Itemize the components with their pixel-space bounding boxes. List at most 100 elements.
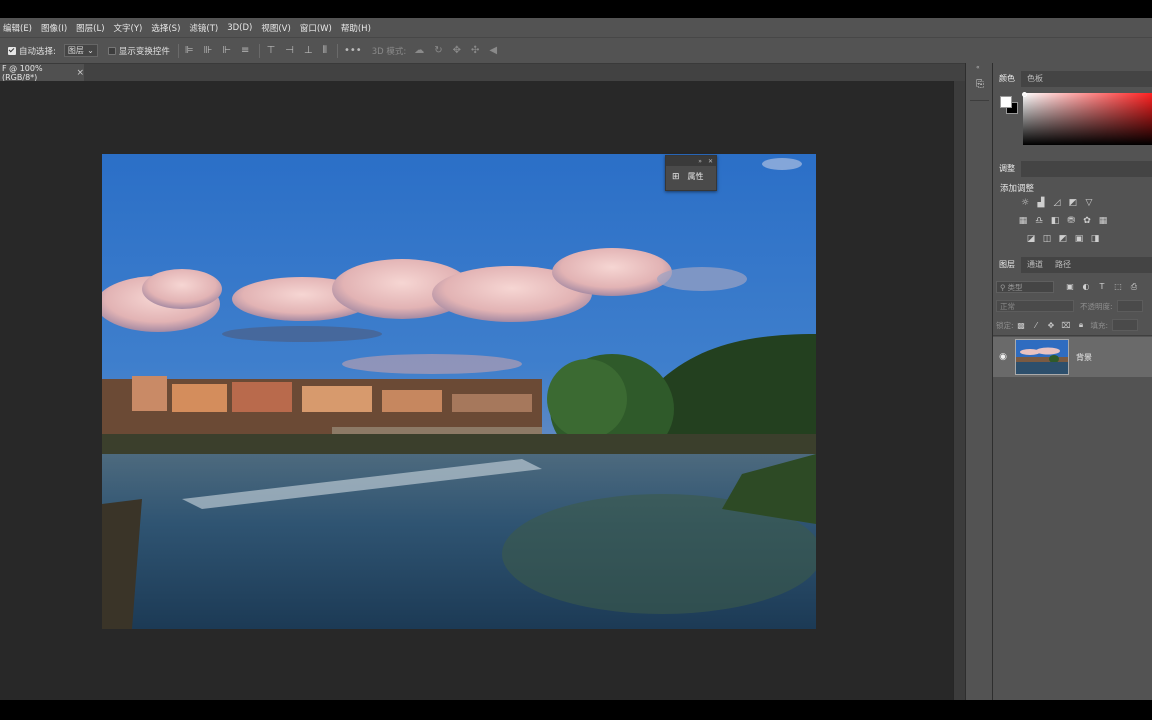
adjustment-layer-filter-icon[interactable]: ◐ [1078, 282, 1094, 292]
color-picker-marker[interactable] [1022, 92, 1027, 97]
transform-controls-label: 显示变换控件 [118, 46, 170, 57]
3d-mode-label: 3D 模式: [371, 46, 407, 57]
title-strip [0, 0, 1152, 18]
foreground-color-swatch[interactable] [1000, 96, 1012, 108]
align-bottom-icon[interactable]: ⊥ [304, 45, 313, 56]
document-canvas-image[interactable] [102, 154, 816, 629]
chevron-down-icon: ⌄ [87, 46, 94, 55]
fill-field[interactable] [1112, 319, 1139, 331]
color-balance-icon[interactable]: ♎ [1031, 216, 1047, 226]
3d-orbit-icon[interactable]: ☁ [414, 45, 424, 56]
curves-icon[interactable]: ◿ [1049, 198, 1065, 208]
visibility-eye-icon[interactable]: ◉ [993, 352, 1013, 362]
properties-icon: ⊞ [672, 171, 680, 182]
layer-thumbnail [1015, 339, 1069, 375]
tab-paths[interactable]: 路径 [1049, 256, 1077, 273]
menu-edit[interactable]: 编辑(E) [3, 22, 32, 34]
levels-icon[interactable]: ▟ [1033, 198, 1049, 208]
transform-controls-checkbox[interactable] [107, 46, 116, 55]
tab-swatches[interactable]: 色板 [1021, 70, 1049, 87]
search-icon: ⚲ [1000, 282, 1006, 292]
history-icon[interactable]: ⎘ [973, 79, 987, 93]
divider [970, 100, 989, 101]
auto-select-checkbox[interactable] [8, 46, 16, 55]
tab-adjustments[interactable]: 调整 [993, 160, 1021, 177]
align-hcenter-icon[interactable]: ⊪ [204, 45, 213, 56]
color-lookup-icon[interactable]: ▦ [1095, 216, 1111, 226]
document-tab[interactable]: F @ 100%(RGB/8*) × [0, 64, 84, 82]
properties-button[interactable]: ⊞ 属性 [666, 166, 716, 187]
menu-3d[interactable]: 3D(D) [227, 23, 252, 33]
divider [177, 43, 179, 58]
distribute-vertical-icon[interactable]: ⦀ [323, 45, 327, 56]
close-icon[interactable]: × [76, 68, 84, 78]
adjustment-icons-row-3: ◪ ◫ ◩ ▣ ◨ [1023, 234, 1103, 244]
menu-window[interactable]: 窗口(W) [300, 22, 332, 34]
adjustment-icons-row-2: ▦ ♎ ◧ ⛃ ✿ ▦ [1015, 216, 1111, 226]
lock-artboard-icon[interactable]: ⌧ [1059, 321, 1074, 330]
3d-roll-icon[interactable]: ↻ [434, 45, 442, 56]
align-right-icon[interactable]: ⊩ [222, 45, 231, 56]
3d-pan-icon[interactable]: ✥ [453, 45, 461, 56]
menu-layer[interactable]: 图层(L) [76, 22, 104, 34]
3d-slide-icon[interactable]: ✣ [471, 45, 479, 56]
align-top-icon[interactable]: ⊤ [266, 45, 275, 56]
add-adjustment-label: 添加调整 [1000, 184, 1035, 194]
auto-select-dropdown[interactable]: 图层 ⌄ [63, 44, 98, 57]
vertical-scrollbar[interactable] [953, 81, 965, 700]
color-picker-field[interactable] [1023, 93, 1152, 145]
menu-select[interactable]: 选择(S) [151, 22, 180, 34]
tab-channels[interactable]: 通道 [1021, 256, 1049, 273]
menu-help[interactable]: 帮助(H) [341, 22, 371, 34]
fill-label: 填充: [1090, 320, 1109, 330]
threshold-icon[interactable]: ◩ [1055, 234, 1071, 244]
smart-object-filter-icon[interactable]: ⎙ [1126, 282, 1142, 292]
distribute-icon[interactable]: ≡ [241, 45, 249, 56]
lock-brush-icon[interactable]: ⁄ [1029, 321, 1044, 330]
layer-row-background[interactable]: ◉ 背景 [993, 337, 1152, 377]
collapse-icon[interactable]: » [698, 158, 702, 165]
gradient-map-icon[interactable]: ▣ [1071, 234, 1087, 244]
posterize-icon[interactable]: ◫ [1039, 234, 1055, 244]
opacity-field[interactable] [1116, 300, 1143, 312]
3d-camera-icon[interactable]: ◀ [489, 45, 497, 56]
type-layer-filter-icon[interactable]: T [1094, 282, 1110, 292]
vibrance-icon[interactable]: ▽ [1081, 198, 1097, 208]
document-tab-bar: F @ 100%(RGB/8*) × [0, 63, 965, 82]
bottom-strip [0, 700, 1152, 720]
layers-list-empty-area [993, 377, 1152, 700]
menu-image[interactable]: 图像(I) [41, 22, 67, 34]
exposure-icon[interactable]: ◩ [1065, 198, 1081, 208]
layer-filter-placeholder: 类型 [1007, 282, 1023, 292]
divider [259, 43, 261, 58]
lock-row: 锁定: ▩ ⁄ ✥ ⌧ 🔒︎ 填充: [996, 318, 1152, 332]
menu-view[interactable]: 视图(V) [261, 22, 290, 34]
brightness-icon[interactable]: ☼ [1017, 198, 1033, 208]
adjustments-panel-tabs: 调整 [993, 160, 1152, 177]
close-icon[interactable]: ✕ [708, 158, 713, 165]
tab-layers[interactable]: 图层 [993, 256, 1021, 273]
tab-color[interactable]: 颜色 [993, 70, 1021, 87]
landscape-photo [102, 154, 816, 629]
invert-icon[interactable]: ◪ [1023, 234, 1039, 244]
selective-color-icon[interactable]: ◨ [1087, 234, 1103, 244]
right-panel-dock: 颜色 色板 调整 添加调整 ☼ ▟ ◿ ◩ ▽ ▦ ♎ ◧ ⛃ ✿ ▦ ◪ ◫ … [992, 63, 1152, 700]
photo-filter-icon[interactable]: ⛃ [1063, 216, 1079, 226]
hue-saturation-icon[interactable]: ▦ [1015, 216, 1031, 226]
channel-mixer-icon[interactable]: ✿ [1079, 216, 1095, 226]
align-vcenter-icon[interactable]: ⊣ [285, 45, 294, 56]
menu-type[interactable]: 文字(Y) [114, 22, 143, 34]
pixel-layer-filter-icon[interactable]: ▣ [1062, 282, 1078, 292]
lock-move-icon[interactable]: ✥ [1044, 321, 1059, 330]
auto-select-label: 自动选择: [19, 46, 56, 57]
layer-filter-dropdown[interactable]: ⚲ 类型 [996, 281, 1054, 293]
menu-filter[interactable]: 滤镜(T) [189, 22, 218, 34]
lock-all-icon[interactable]: 🔒︎ [1074, 320, 1089, 330]
black-white-icon[interactable]: ◧ [1047, 216, 1063, 226]
lock-transparent-icon[interactable]: ▩ [1014, 321, 1029, 330]
expand-icon[interactable]: « [976, 64, 980, 71]
align-left-icon[interactable]: ⊫ [185, 45, 194, 56]
more-options-button[interactable]: ••• [344, 45, 362, 56]
blend-mode-dropdown[interactable]: 正常 [996, 300, 1074, 312]
shape-layer-filter-icon[interactable]: ⬚ [1110, 282, 1126, 292]
